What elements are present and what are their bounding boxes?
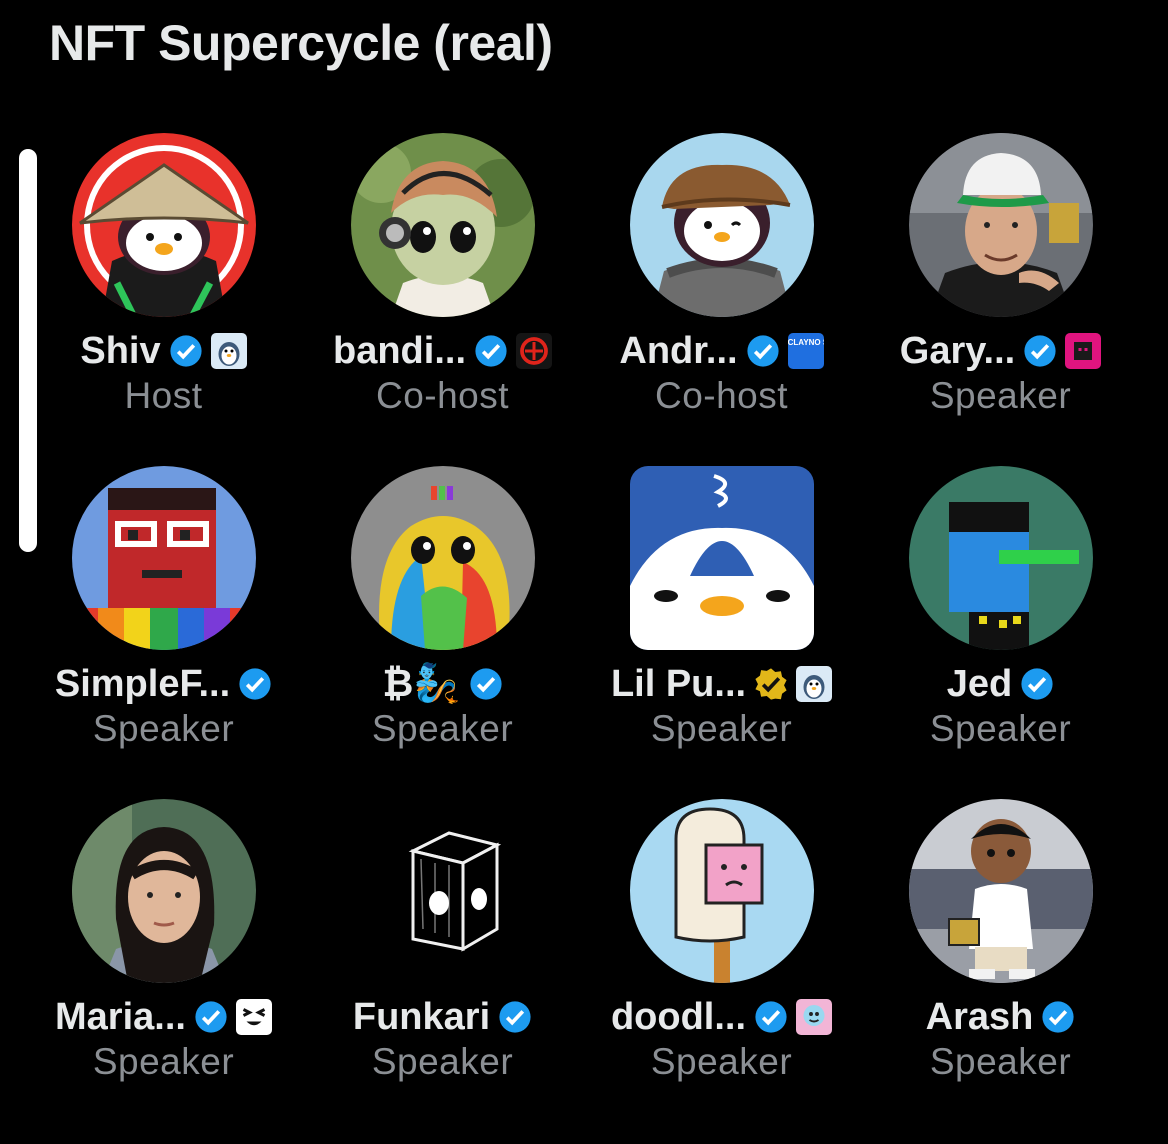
verified-badge-icon bbox=[498, 1000, 532, 1034]
avatar[interactable] bbox=[71, 133, 256, 317]
verified-badge-icon bbox=[474, 334, 508, 368]
participant-card[interactable]: Shiv Host bbox=[24, 133, 303, 453]
participant-name: Andr... bbox=[619, 329, 738, 372]
participant-card[interactable]: Lil Pu... Speaker bbox=[582, 466, 861, 786]
verified-badge-icon bbox=[1020, 667, 1054, 701]
participant-card[interactable]: Maria... Speaker bbox=[24, 799, 303, 1119]
participant-name: Gary... bbox=[899, 329, 1016, 372]
claynosaurz-badge-text: CLAYNO SAURZ bbox=[787, 338, 824, 347]
participant-name: Jed bbox=[946, 662, 1013, 705]
participant-card[interactable]: Gary... Speaker bbox=[861, 133, 1140, 453]
participant-role: Speaker bbox=[371, 708, 514, 749]
participant-role: Speaker bbox=[92, 1041, 235, 1082]
verified-badge-icon bbox=[469, 667, 503, 701]
avatar[interactable] bbox=[350, 799, 535, 983]
verified-badge-gold-icon bbox=[754, 667, 788, 701]
participant-name: Arash bbox=[925, 995, 1034, 1038]
participant-name: Shiv bbox=[80, 329, 161, 372]
avatar[interactable] bbox=[908, 133, 1093, 317]
avatar[interactable] bbox=[908, 799, 1093, 983]
participant-name: Funkari bbox=[352, 995, 491, 1038]
participant-card[interactable]: Jed Speaker bbox=[861, 466, 1140, 786]
participant-role: Speaker bbox=[371, 1041, 514, 1082]
verified-badge-icon bbox=[754, 1000, 788, 1034]
avatar[interactable] bbox=[629, 133, 814, 317]
avatar[interactable] bbox=[71, 799, 256, 983]
avatar[interactable] bbox=[629, 799, 814, 983]
avatar[interactable] bbox=[71, 466, 256, 650]
red-emblem-badge-icon bbox=[516, 333, 552, 369]
squint-face-badge-icon bbox=[235, 999, 272, 1035]
participant-name: doodl... bbox=[610, 995, 747, 1038]
participant-name: ₿🧞 bbox=[382, 663, 461, 705]
pudgy-penguin-badge-icon bbox=[210, 333, 247, 369]
participant-card[interactable]: doodl... Speaker bbox=[582, 799, 861, 1119]
participant-card[interactable]: Funkari Speaker bbox=[303, 799, 582, 1119]
verified-badge-icon bbox=[169, 334, 203, 368]
avatar[interactable] bbox=[629, 466, 814, 650]
participant-role: Speaker bbox=[650, 1041, 793, 1082]
doodles-badge-icon bbox=[796, 999, 833, 1035]
verified-badge-icon bbox=[238, 667, 272, 701]
participant-card[interactable]: ₿🧞 Speaker bbox=[303, 466, 582, 786]
participant-role: Speaker bbox=[929, 1041, 1072, 1082]
avatar[interactable] bbox=[908, 466, 1093, 650]
participant-name: Lil Pu... bbox=[610, 662, 747, 705]
participant-role: Co-host bbox=[375, 375, 510, 416]
participant-role: Speaker bbox=[929, 708, 1072, 749]
avatar[interactable] bbox=[350, 133, 535, 317]
verified-badge-icon bbox=[194, 1000, 228, 1034]
claynosaurz-badge-icon: CLAYNO SAURZ bbox=[787, 333, 824, 369]
space-title: NFT Supercycle (real) bbox=[49, 15, 553, 71]
verified-badge-icon bbox=[1023, 334, 1057, 368]
participant-name: SimpleF... bbox=[54, 662, 231, 705]
magenta-cube-badge-icon bbox=[1065, 333, 1102, 369]
participant-role: Speaker bbox=[929, 375, 1072, 416]
participant-role: Host bbox=[124, 375, 203, 416]
participant-role: Speaker bbox=[92, 708, 235, 749]
participant-card[interactable]: Arash Speaker bbox=[861, 799, 1140, 1119]
participant-role: Speaker bbox=[650, 708, 793, 749]
participant-name: bandi... bbox=[333, 329, 466, 372]
participant-role: Co-host bbox=[654, 375, 789, 416]
pudgy-penguin-badge-icon bbox=[796, 666, 833, 702]
verified-badge-icon bbox=[746, 334, 780, 368]
avatar[interactable] bbox=[350, 466, 535, 650]
participant-card[interactable]: bandi... Co-host bbox=[303, 133, 582, 453]
participant-card[interactable]: SimpleF... Speaker bbox=[24, 466, 303, 786]
verified-badge-icon bbox=[1041, 1000, 1075, 1034]
participant-name: Maria... bbox=[55, 995, 186, 1038]
participant-card[interactable]: Andr... CLAYNO SAURZ Co-host bbox=[582, 133, 861, 453]
